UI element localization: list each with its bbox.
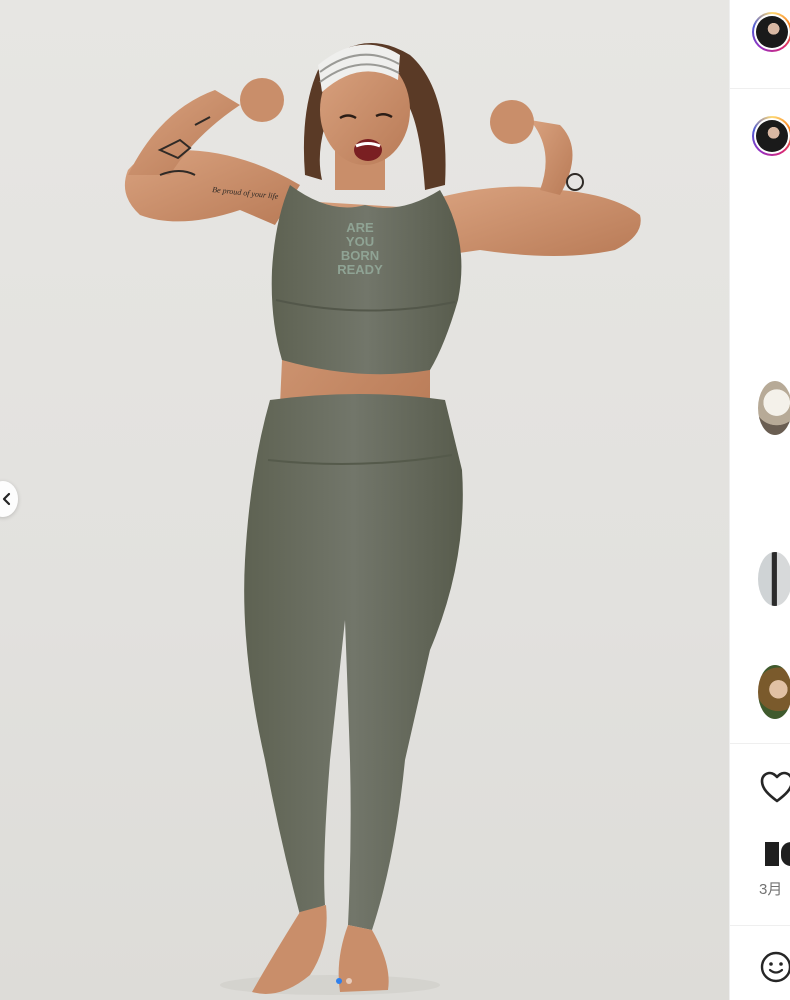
svg-text:YOU: YOU: [346, 234, 374, 249]
svg-text:ARE: ARE: [346, 220, 374, 235]
commenter-avatar[interactable]: [758, 381, 790, 435]
commenter-avatar[interactable]: [758, 665, 790, 719]
divider: [730, 925, 790, 926]
carousel-dot-active: [336, 978, 342, 984]
leggings: [244, 394, 463, 930]
svg-text:READY: READY: [337, 262, 383, 277]
carousel-indicator: [336, 978, 352, 984]
right-fist: [490, 100, 534, 144]
heart-icon[interactable]: [759, 770, 790, 804]
emoji-icon[interactable]: [759, 950, 790, 984]
svg-text:BORN: BORN: [341, 248, 379, 263]
right-forearm: [530, 120, 573, 195]
divider: [730, 88, 790, 89]
author-avatar[interactable]: [752, 12, 790, 52]
post-sidebar: 3月: [729, 0, 790, 1000]
post-media: ARE YOU BORN READY Be proud of your life: [0, 0, 729, 1000]
carousel-dot: [346, 978, 352, 984]
commenter-avatar[interactable]: [758, 552, 790, 606]
left-fist: [240, 78, 284, 122]
photo: ARE YOU BORN READY Be proud of your life: [124, 43, 641, 995]
right-arm: [430, 186, 641, 256]
divider: [730, 743, 790, 744]
crop-top: [271, 185, 462, 375]
liked-by-avatars[interactable]: [765, 842, 790, 866]
chevron-left-icon: [2, 492, 11, 506]
caption-avatar[interactable]: [752, 116, 790, 156]
post-date[interactable]: 3月: [759, 878, 782, 899]
